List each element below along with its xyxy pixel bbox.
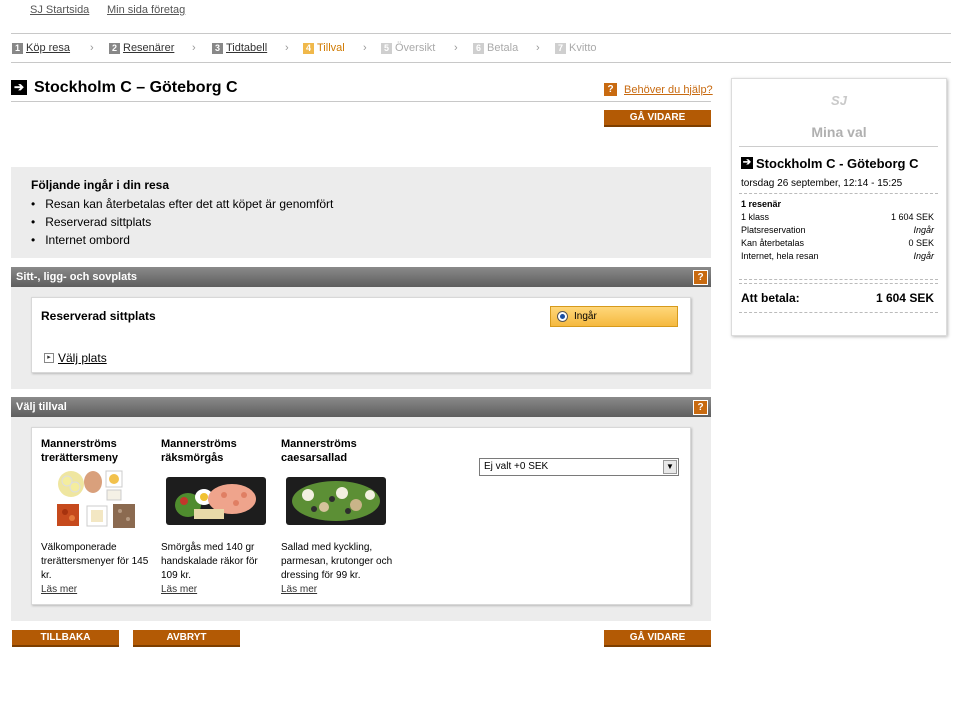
summary-route: Stockholm C - Göteborg C [756,156,919,171]
seat-panel: Reserverad sittplats Ingår ▸ Välj plats [31,297,691,373]
extras-section-header: Välj tillval ? [11,397,711,417]
question-icon: ? [604,83,617,96]
product-description: Välkomponerade trerättersmenyer för 145 … [41,542,149,581]
seat-label: Reserverad sittplats [41,309,156,323]
las-mer-link[interactable]: Läs mer [161,584,197,595]
step-betala: 6 Betala [473,42,518,54]
arrow-right-icon: ➔ [741,157,753,169]
product-description: Smörgås med 140 gr handskalade räkor för… [161,542,258,581]
panel-divider [739,146,938,147]
help-icon[interactable]: ? [693,270,708,285]
tillval-select[interactable]: Ej valt +0 SEK ▼ [479,458,679,476]
step-separator: › [454,42,458,54]
product-name: Mannerströms räksmörgås [161,438,237,464]
summary-date: torsdag 26 september, 12:14 - 15:25 [741,178,903,189]
avbryt-button[interactable]: AVBRYT [133,630,240,647]
dashed-divider [739,279,938,280]
valj-plats-link[interactable]: ▸ Välj plats [44,351,107,365]
step-oversikt: 5 Översikt [381,42,435,54]
arrow-right-icon: ➔ [11,80,27,95]
title-divider [11,101,711,102]
dashed-divider [739,283,938,284]
mina-val-panel: SJ Mina val ➔ Stockholm C - Göteborg C t… [731,78,947,336]
caesarsallad-image[interactable] [286,475,386,527]
ga-vidare-button-bottom[interactable]: GÅ VIDARE [604,630,711,647]
summary-travelers: 1 resenär [741,199,782,209]
step-kvitto: 7 Kvitto [555,42,597,54]
top-divider [11,33,951,34]
step-separator: › [192,42,196,54]
summary-row: Internet, hela resan Ingår [741,251,934,261]
sj-startsida-link[interactable]: SJ Startsida [30,4,89,16]
step-tidtabell[interactable]: 3 Tidtabell [212,42,267,54]
dashed-divider [739,312,938,313]
ga-vidare-button-top[interactable]: GÅ VIDARE [604,110,711,127]
extras-panel: Mannerströms trerättersmeny Välkomponera… [31,427,691,605]
summary-row: 1 klass 1 604 SEK [741,212,934,222]
raksmorgas-image[interactable] [166,475,266,527]
las-mer-link[interactable]: Läs mer [281,584,317,595]
mina-val-heading: Mina val [811,124,867,140]
included-item: • Resan kan återbetalas efter det att köp… [31,197,334,211]
step-separator: › [536,42,540,54]
dashed-divider [739,193,938,194]
included-heading: Följande ingår i din resa [31,178,170,192]
tillbaka-button[interactable]: TILLBAKA [12,630,119,647]
product-description: Sallad med kyckling, parmesan, krutonger… [281,542,393,581]
route-title: Stockholm C – Göteborg C [34,79,238,96]
seat-option-ingar[interactable]: Ingår [550,306,678,327]
included-item: • Reserverad sittplats [31,215,152,229]
step-separator: › [363,42,367,54]
step-tillval: 4 Tillval [303,42,345,54]
product-name: Mannerströms trerättersmeny [41,438,119,464]
trerattersmeny-image[interactable] [53,468,143,536]
seat-section-header: Sitt-, ligg- och sovplats ? [11,267,711,287]
step-separator: › [285,42,289,54]
steps-divider [11,62,951,63]
radio-selected-icon [557,311,568,322]
step-kop-resa[interactable]: 1 Köp resa [12,42,70,54]
product-name: Mannerströms caesarsallad [281,438,357,464]
las-mer-link[interactable]: Läs mer [41,584,77,595]
help-link[interactable]: ? Behöver du hjälp? [604,83,713,96]
included-box: Följande ingår i din resa • Resan kan åte… [11,167,711,258]
summary-row: Platsreservation Ingår [741,225,934,235]
step-resenarer[interactable]: 2 Resenärer [109,42,174,54]
min-sida-foretag-link[interactable]: Min sida företag [107,4,185,16]
expand-icon: ▸ [44,353,54,363]
summary-total: Att betala: 1 604 SEK [741,291,934,305]
step-separator: › [90,42,94,54]
included-item: • Internet ombord [31,233,130,247]
summary-row: Kan återbetalas 0 SEK [741,238,934,248]
help-icon[interactable]: ? [693,400,708,415]
sj-logo: SJ [831,93,847,108]
chevron-down-icon[interactable]: ▼ [663,460,677,474]
